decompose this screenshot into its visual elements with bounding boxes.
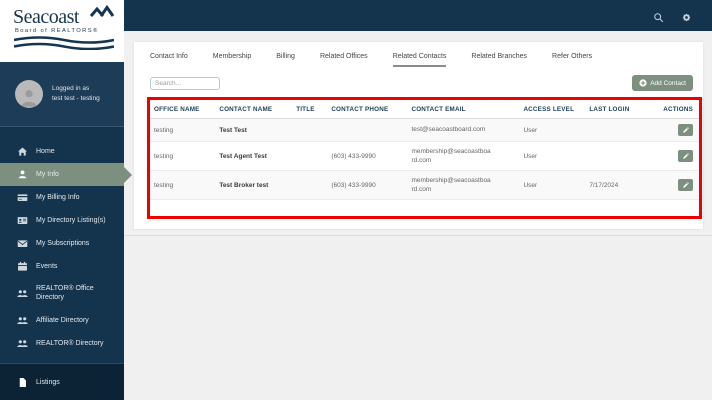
cell-office: testing: [150, 170, 216, 201]
billing-icon: [17, 192, 28, 203]
cell-phone: (603) 433-9990: [327, 141, 408, 172]
table-header-row: OFFICE NAME CONTACT NAME TITLE CONTACT P…: [150, 100, 699, 119]
tab-membership[interactable]: Membership: [213, 53, 252, 67]
col-contact-phone: CONTACT PHONE: [327, 100, 408, 119]
cell-last-login: [585, 118, 653, 142]
sidebar-item-realtor-directory[interactable]: REALTOR® Directory: [0, 332, 124, 355]
plus-circle-icon: [639, 79, 647, 87]
content-divider: [124, 235, 712, 236]
sidebar-item-my-billing-info[interactable]: My Billing Info: [0, 186, 124, 209]
tab-related-branches[interactable]: Related Branches: [471, 53, 527, 67]
id-card-icon: [17, 215, 28, 226]
col-title: TITLE: [292, 100, 328, 119]
contacts-table: OFFICE NAME CONTACT NAME TITLE CONTACT P…: [150, 100, 699, 201]
col-access-level: ACCESS LEVEL: [519, 100, 586, 119]
house-roofs-icon: [89, 4, 115, 22]
related-contacts-panel: Contact Info Membership Billing Related …: [134, 42, 703, 229]
cell-access: User: [519, 118, 586, 142]
sidebar: Seacoast Board of REALTORS® Logged in as…: [0, 0, 132, 400]
edit-contact-button[interactable]: [678, 150, 693, 163]
cell-email: test@seacoastboard.com: [407, 118, 520, 142]
tabs: Contact Info Membership Billing Related …: [134, 42, 703, 67]
cell-last-login: [585, 141, 653, 172]
cell-access: User: [519, 170, 586, 201]
cell-office: testing: [150, 118, 216, 142]
cell-title: [292, 141, 328, 172]
col-contact-email: CONTACT EMAIL: [407, 100, 520, 119]
table-toolbar: Add Contact: [134, 67, 703, 91]
tab-related-contacts[interactable]: Related Contacts: [392, 53, 447, 67]
wave-icon: [13, 36, 124, 55]
user-info: Logged in as test test - testing: [52, 84, 100, 105]
contacts-table-highlight: OFFICE NAME CONTACT NAME TITLE CONTACT P…: [147, 97, 702, 220]
sidebar-item-home[interactable]: Home: [0, 140, 124, 163]
sidebar-item-events[interactable]: Events: [0, 255, 124, 278]
pencil-icon: [682, 153, 689, 159]
cell-contact-name: Test Broker test: [215, 170, 293, 201]
avatar: [15, 80, 43, 108]
cell-contact-name: Test Agent Test: [215, 141, 293, 172]
cell-phone: (603) 433-9990: [327, 170, 408, 201]
edit-contact-button[interactable]: [678, 179, 693, 192]
cell-email: membership@seacoastboard.com: [407, 141, 520, 172]
user-section: Logged in as test test - testing: [0, 62, 124, 127]
cell-actions: [652, 141, 699, 172]
sidebar-item-my-subscriptions[interactable]: My Subscriptions: [0, 232, 124, 255]
pencil-icon: [682, 182, 689, 189]
tab-related-offices[interactable]: Related Offices: [320, 53, 368, 67]
users-icon: [17, 288, 28, 299]
envelope-icon: [17, 238, 28, 249]
sidebar-item-affiliate-directory[interactable]: Affiliate Directory: [0, 309, 124, 332]
calendar-icon: [17, 261, 28, 272]
search-icon[interactable]: [653, 10, 664, 23]
users-icon: [17, 315, 28, 326]
edit-contact-button[interactable]: [678, 124, 693, 136]
col-actions: ACTIONS: [652, 100, 699, 119]
cell-contact-name: Test Test: [215, 118, 293, 142]
table-row: testing Test Agent Test (603) 433-9990 m…: [150, 141, 699, 172]
sidebar-item-realtor-office-directory[interactable]: REALTOR® Office Directory: [0, 278, 124, 309]
table-row: testing Test Test test@seacoastboard.com…: [150, 118, 699, 142]
users-icon: [17, 338, 28, 349]
person-silhouette-icon: [21, 90, 37, 107]
cell-access: User: [519, 141, 586, 172]
sidebar-item-my-info[interactable]: My Info: [0, 163, 132, 186]
cell-office: testing: [150, 141, 216, 172]
sidebar-item-my-directory-listings[interactable]: My Directory Listing(s): [0, 209, 124, 232]
listings-icon: [17, 377, 28, 388]
logged-in-label: Logged in as: [52, 84, 90, 92]
col-contact-name: CONTACT NAME: [215, 100, 293, 119]
cell-actions: [652, 170, 699, 201]
cell-title: [292, 118, 328, 142]
pencil-icon: [682, 127, 689, 133]
sidebar-nav: Home My Info My Billing Info My Director…: [0, 127, 132, 378]
cell-phone: [327, 118, 408, 142]
table-row: testing Test Broker test (603) 433-9990 …: [150, 170, 699, 201]
table-filler: [150, 200, 699, 217]
col-last-login: LAST LOGIN: [585, 100, 653, 119]
search-input[interactable]: [150, 76, 220, 90]
main-content: Contact Info Membership Billing Related …: [124, 31, 712, 400]
gear-icon[interactable]: [681, 10, 692, 22]
cell-title: [292, 170, 328, 201]
add-contact-button[interactable]: Add Contact: [632, 75, 693, 91]
home-icon: [17, 146, 28, 157]
user-icon: [17, 169, 28, 180]
tab-refer-others[interactable]: Refer Others: [552, 53, 592, 67]
tab-contact-info[interactable]: Contact Info: [150, 53, 188, 67]
brand-subtitle: Board of REALTORS®: [15, 28, 99, 34]
cell-last-login: 7/17/2024: [585, 170, 653, 201]
sidebar-footer: Listings: [0, 363, 124, 400]
user-name: test test - testing: [52, 95, 100, 102]
brand-logo: Seacoast Board of REALTORS®: [0, 0, 124, 62]
cell-actions: [652, 118, 699, 142]
col-office-name: OFFICE NAME: [150, 100, 216, 119]
tab-billing[interactable]: Billing: [276, 53, 295, 67]
sidebar-item-listings[interactable]: Listings: [0, 373, 124, 396]
topbar: [124, 0, 712, 31]
cell-email: membership@seacoastboard.com: [407, 170, 520, 201]
